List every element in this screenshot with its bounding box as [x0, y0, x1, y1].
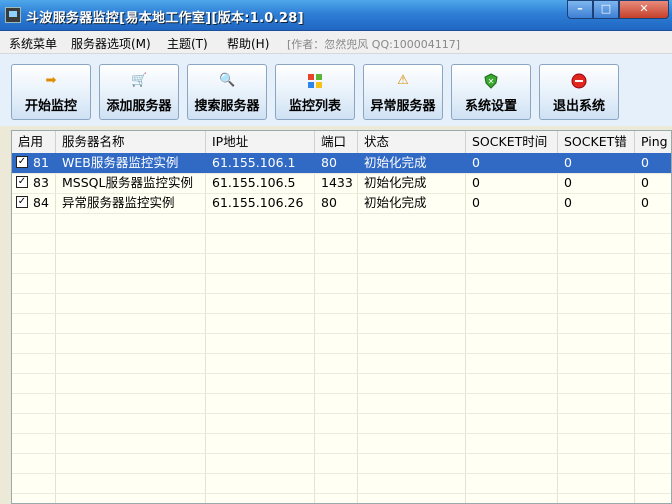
- ping-cell: 0: [641, 155, 649, 170]
- row-divider: [12, 473, 671, 474]
- row-divider: [12, 233, 671, 234]
- exit-system-button[interactable]: 退出系统: [539, 64, 619, 120]
- status-cell: 初始化完成: [364, 175, 427, 190]
- socket-error-cell: 0: [564, 175, 572, 190]
- stop-icon: [571, 73, 587, 89]
- maximize-button[interactable]: □: [593, 0, 619, 19]
- table-row[interactable]: ✓ 81 WEB服务器监控实例 61.155.106.1 80 初始化完成 0 …: [12, 153, 671, 173]
- table-header: 启用 服务器名称 IP地址 端口 状态 SOCKET时间 SOCKET错 Pin…: [12, 131, 671, 154]
- socket-error-cell: 0: [564, 155, 572, 170]
- add-server-button[interactable]: 🛒 添加服务器: [99, 64, 179, 120]
- arrow-icon: ➡: [45, 73, 57, 88]
- svg-text:✕: ✕: [488, 77, 495, 86]
- monitor-list-label: 监控列表: [288, 99, 341, 114]
- col-socket-time[interactable]: SOCKET时间: [466, 131, 558, 153]
- menu-theme[interactable]: 主题(T): [167, 35, 208, 52]
- row-divider: [12, 493, 671, 494]
- row-divider: [12, 393, 671, 394]
- app-monitor-icon: [5, 7, 21, 23]
- table-row[interactable]: ✓ 83 MSSQL服务器监控实例 61.155.106.5 1433 初始化完…: [12, 173, 671, 193]
- ip-cell: 61.155.106.5: [212, 175, 296, 190]
- magnifier-icon: 🔍: [219, 73, 236, 88]
- system-settings-label: 系统设置: [464, 99, 517, 114]
- socket-time-cell: 0: [472, 175, 480, 190]
- row-id: 81: [33, 155, 49, 170]
- socket-error-cell: 0: [564, 195, 572, 210]
- toolbar: ➡ 开始监控 🛒 添加服务器 🔍 搜索服务器 监控列表 ⚠ 异常服务器 ✕ 系统…: [0, 54, 672, 126]
- author-note: [作者：忽然兜风 QQ:100004117]: [287, 38, 461, 51]
- row-divider: [12, 453, 671, 454]
- menu-help[interactable]: 帮助(H): [227, 35, 269, 52]
- enabled-checkbox[interactable]: ✓: [16, 176, 28, 188]
- col-ping[interactable]: Ping: [635, 131, 671, 153]
- menu-system[interactable]: 系统菜单: [9, 35, 57, 52]
- status-cell: 初始化完成: [364, 195, 427, 210]
- row-divider: [12, 433, 671, 434]
- row-divider: [12, 373, 671, 374]
- row-divider: [12, 413, 671, 414]
- row-divider: [12, 353, 671, 354]
- title-bar[interactable]: 斗波服务器监控[易本地工作室][版本:1.0.28] – □ ✕: [0, 0, 672, 31]
- row-divider: [12, 213, 671, 214]
- port-cell: 80: [321, 155, 337, 170]
- monitor-list-button[interactable]: 监控列表: [275, 64, 355, 120]
- row-divider: [12, 333, 671, 334]
- menu-bar: 系统菜单 服务器选项(M) 主题(T) 帮助(H) [作者：忽然兜风 QQ:10…: [0, 31, 672, 54]
- ip-cell: 61.155.106.26: [212, 195, 304, 210]
- start-monitor-label: 开始监控: [24, 99, 77, 114]
- col-status[interactable]: 状态: [358, 131, 466, 153]
- server-name-cell: MSSQL服务器监控实例: [62, 175, 193, 190]
- col-server-name[interactable]: 服务器名称: [56, 131, 206, 153]
- server-table[interactable]: 启用 服务器名称 IP地址 端口 状态 SOCKET时间 SOCKET错 Pin…: [11, 130, 672, 504]
- col-ip[interactable]: IP地址: [206, 131, 315, 153]
- table-row[interactable]: ✓ 84 异常服务器监控实例 61.155.106.26 80 初始化完成 0 …: [12, 193, 671, 213]
- col-enabled[interactable]: 启用: [12, 131, 56, 153]
- port-cell: 1433: [321, 175, 353, 190]
- system-settings-button[interactable]: ✕ 系统设置: [451, 64, 531, 120]
- exit-system-label: 退出系统: [552, 99, 605, 114]
- search-server-button[interactable]: 🔍 搜索服务器: [187, 64, 267, 120]
- search-server-label: 搜索服务器: [194, 99, 260, 114]
- col-socket-error[interactable]: SOCKET错: [558, 131, 635, 153]
- windows-flag-icon: [307, 73, 323, 89]
- cart-icon: 🛒: [131, 73, 148, 88]
- row-divider: [12, 253, 671, 254]
- socket-time-cell: 0: [472, 195, 480, 210]
- server-name-cell: 异常服务器监控实例: [62, 195, 175, 210]
- shield-icon: ✕: [483, 73, 499, 89]
- server-name-cell: WEB服务器监控实例: [62, 155, 179, 170]
- enabled-checkbox[interactable]: ✓: [16, 196, 28, 208]
- abnormal-server-button[interactable]: ⚠ 异常服务器: [363, 64, 443, 120]
- start-monitor-button[interactable]: ➡ 开始监控: [11, 64, 91, 120]
- row-divider: [12, 313, 671, 314]
- row-divider: [12, 273, 671, 274]
- abnormal-server-label: 异常服务器: [370, 99, 436, 114]
- close-button[interactable]: ✕: [619, 0, 669, 19]
- col-port[interactable]: 端口: [315, 131, 358, 153]
- window-title: 斗波服务器监控[易本地工作室][版本:1.0.28]: [26, 11, 304, 26]
- enabled-checkbox[interactable]: ✓: [16, 156, 28, 168]
- socket-time-cell: 0: [472, 155, 480, 170]
- status-cell: 初始化完成: [364, 155, 427, 170]
- row-id: 84: [33, 195, 49, 210]
- ping-cell: 0: [641, 175, 649, 190]
- row-id: 83: [33, 175, 49, 190]
- warning-icon: ⚠: [397, 73, 409, 88]
- ip-cell: 61.155.106.1: [212, 155, 296, 170]
- minimize-button[interactable]: –: [567, 0, 593, 19]
- add-server-label: 添加服务器: [106, 99, 172, 114]
- ping-cell: 0: [641, 195, 649, 210]
- row-divider: [12, 293, 671, 294]
- menu-server-options[interactable]: 服务器选项(M): [71, 35, 151, 52]
- port-cell: 80: [321, 195, 337, 210]
